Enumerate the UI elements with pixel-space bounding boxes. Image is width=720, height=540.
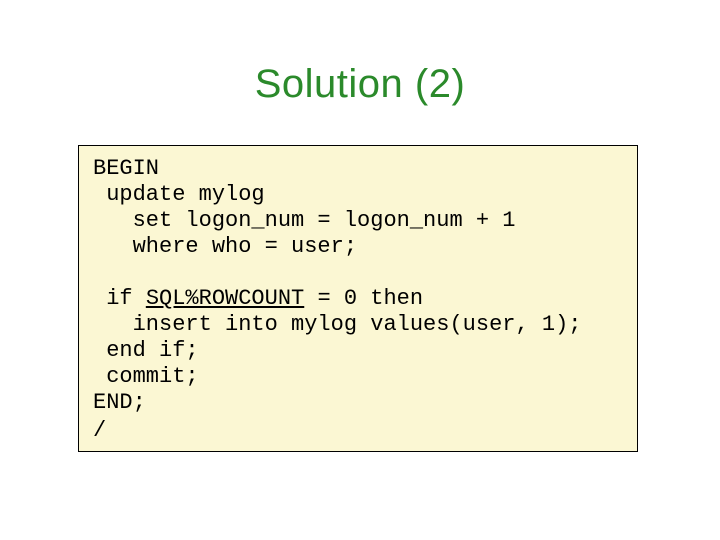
code-line-2: update mylog — [93, 182, 265, 207]
code-line-3: set logon_num = logon_num + 1 — [93, 208, 515, 233]
code-line-6-post: = 0 then — [304, 286, 423, 311]
code-line-10: END; — [93, 390, 146, 415]
code-slash: / — [93, 418, 623, 443]
code-line-8: end if; — [93, 338, 199, 363]
slide-title: Solution (2) — [0, 62, 720, 107]
code-box: BEGIN update mylog set logon_num = logon… — [78, 145, 638, 452]
code-keyword-rowcount: SQL%ROWCOUNT — [146, 286, 304, 311]
code-line-4: where who = user; — [93, 234, 357, 259]
code-line-7: insert into mylog values(user, 1); — [93, 312, 581, 337]
code-line-9: commit; — [93, 364, 199, 389]
slide: Solution (2) BEGIN update mylog set logo… — [0, 0, 720, 540]
code-block: BEGIN update mylog set logon_num = logon… — [93, 156, 623, 416]
code-line-6-pre: if — [93, 286, 146, 311]
code-line-1: BEGIN — [93, 156, 159, 181]
